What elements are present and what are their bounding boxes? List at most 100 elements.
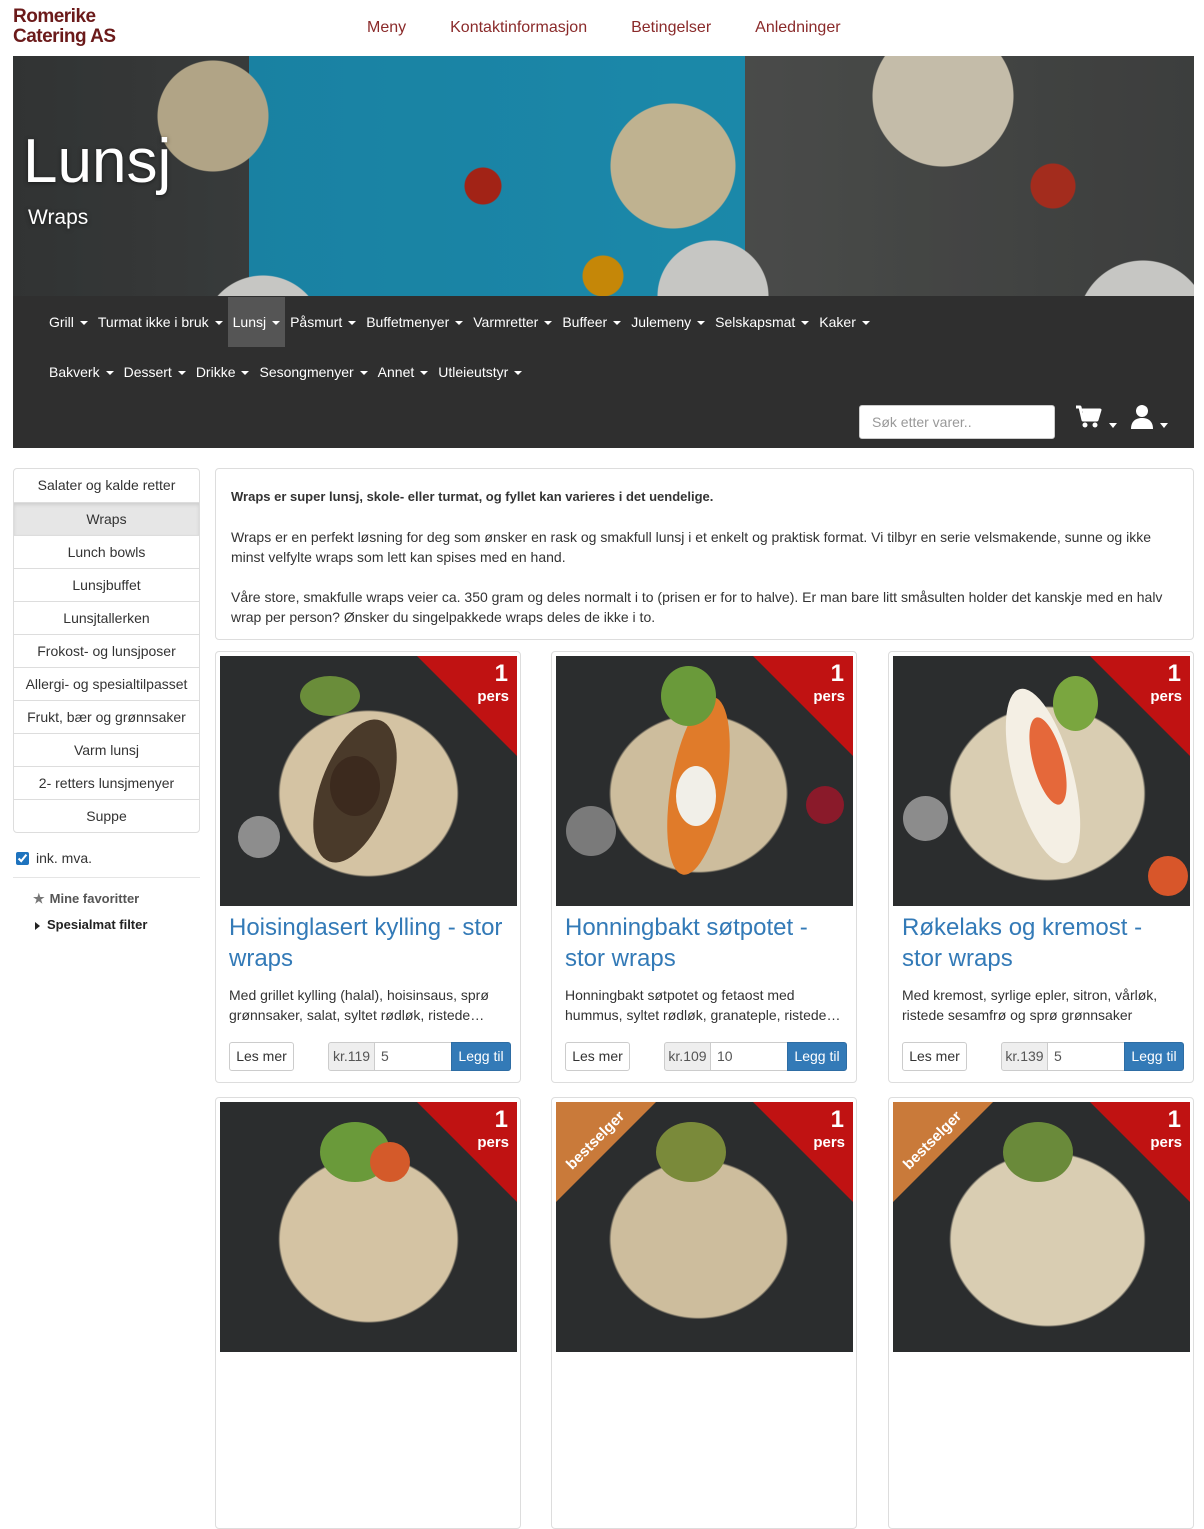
product-image[interactable]: 1 pers [556,656,853,906]
caret-icon [514,371,523,376]
cart-icon [1076,405,1102,428]
category-turmat[interactable]: Turmat ikke i bruk [93,297,228,347]
category-label: Utleieutstyr [438,364,509,380]
caret-icon [359,371,368,376]
vat-toggle[interactable]: ink. mva. [16,850,92,866]
sidebar-item-lunsjbuffet[interactable]: Lunsjbuffet [14,568,199,601]
sidebar-item-wraps[interactable]: Wraps [14,502,199,535]
category-label: Annet [377,364,415,380]
brand-line2: Catering AS [13,26,116,47]
category-bakverk[interactable]: Bakverk [44,347,119,397]
cart-button[interactable] [1075,404,1118,435]
category-grill[interactable]: Grill [44,297,93,347]
product-title[interactable]: Røkelaks og kremost - stor wraps [902,912,1187,974]
caret-icon [613,321,622,326]
quantity-input[interactable]: 5 [1047,1042,1125,1071]
product-description: Med kremost, syrlige epler, sitron, vårl… [902,987,1158,1023]
category-julemeny[interactable]: Julemeny [626,297,710,347]
caret-icon [79,321,88,326]
sidebar-item-salater[interactable]: Salater og kalde retter [14,469,199,502]
topnav-betingelser[interactable]: Betingelser [609,0,733,56]
favorites-label: Mine favoritter [49,891,140,906]
add-to-cart-button[interactable]: Legg til [1124,1042,1184,1071]
product-card: 1 pers Honningbakt søtpotet - stor wraps… [551,651,857,1083]
top-bar: Romerike Catering AS Meny Kontaktinforma… [0,0,1204,56]
read-more-button[interactable]: Les mer [902,1042,967,1071]
caret-icon [348,321,357,326]
category-buffetmenyer[interactable]: Buffetmenyer [361,297,468,347]
caret-icon [455,321,464,326]
category-label: Bakverk [49,364,100,380]
caret-icon [177,371,186,376]
product-image[interactable]: 1 pers [220,1102,517,1352]
brand-logo[interactable]: Romerike Catering AS [13,7,116,47]
category-label: Varmretter [473,314,539,330]
sidebar-item-frokost[interactable]: Frokost- og lunsjposer [14,634,199,667]
product-description: Med grillet kylling (halal), hoisinsaus,… [229,987,489,1023]
product-image[interactable]: 1 pers [220,656,517,906]
product-price: kr.109 [664,1042,711,1071]
category-selskapsmat[interactable]: Selskapsmat [710,297,814,347]
add-to-cart-button[interactable]: Legg til [451,1042,511,1071]
category-label: Turmat ikke i bruk [97,314,209,330]
user-menu-button[interactable] [1130,404,1169,435]
category-varmretter[interactable]: Varmretter [468,297,557,347]
filter-label: Spesialmat filter [47,917,148,932]
read-more-button[interactable]: Les mer [565,1042,630,1071]
category-utleieutstyr[interactable]: Utleieutstyr [433,347,527,397]
favorites-link[interactable]: ★ Mine favoritter [33,891,139,907]
category-row-1: Grill Turmat ikke i bruk Lunsj Påsmurt B… [44,297,875,347]
intro-lead: Wraps er super lunsj, skole- eller turma… [231,489,714,504]
caret-icon [214,321,223,326]
category-pasmurt[interactable]: Påsmurt [285,297,361,347]
add-to-cart-button[interactable]: Legg til [787,1042,847,1071]
portion-unit: pers [813,1134,845,1151]
star-icon: ★ [33,891,45,906]
category-drikke[interactable]: Drikke [191,347,255,397]
caret-icon [272,321,281,326]
search-input[interactable] [859,405,1055,439]
category-label: Sesongmenyer [259,364,354,380]
category-label: Buffetmenyer [366,314,450,330]
product-title[interactable]: Honningbakt søtpotet - stor wraps [565,912,850,974]
topnav-meny[interactable]: Meny [345,0,428,56]
top-nav: Meny Kontaktinformasjon Betingelser Anle… [345,0,863,56]
sidebar-item-frukt[interactable]: Frukt, bær og grønnsaker [14,700,199,733]
sidebar-item-varm-lunsj[interactable]: Varm lunsj [14,733,199,766]
vat-checkbox[interactable] [16,851,29,865]
product-price: kr.139 [1001,1042,1048,1071]
category-dessert[interactable]: Dessert [119,347,191,397]
portion-count: 1 [494,1106,508,1133]
sidebar-item-suppe[interactable]: Suppe [14,799,199,832]
category-nav: Grill Turmat ikke i bruk Lunsj Påsmurt B… [13,296,1194,448]
quantity-input[interactable]: 5 [374,1042,452,1071]
portion-count: 1 [1167,1106,1181,1133]
triangle-right-icon [35,921,40,930]
brand-line1: Romerike [13,6,96,27]
sidebar-item-lunsjtallerken[interactable]: Lunsjtallerken [14,601,199,634]
sidebar-item-2-retters[interactable]: 2- retters lunsjmenyer [14,766,199,799]
category-buffeer[interactable]: Buffeer [557,297,626,347]
product-image[interactable]: bestselger 1 pers [556,1102,853,1352]
caret-icon [105,371,114,376]
product-price: kr.119 [328,1042,375,1071]
category-label: Lunsj [232,314,267,330]
sidebar-item-allergi[interactable]: Allergi- og spesialtilpasset [14,667,199,700]
sidebar: Salater og kalde retter Wraps Lunch bowl… [13,468,200,833]
category-lunsj[interactable]: Lunsj [227,297,286,347]
sidebar-item-lunch-bowls[interactable]: Lunch bowls [14,535,199,568]
product-image[interactable]: bestselger 1 pers [893,1102,1190,1352]
read-more-button[interactable]: Les mer [229,1042,294,1071]
category-annet[interactable]: Annet [373,347,434,397]
product-image[interactable]: 1 pers [893,656,1190,906]
product-title[interactable]: Hoisinglasert kylling - stor wraps [229,912,514,974]
special-diet-filter-toggle[interactable]: Spesialmat filter [35,917,147,932]
category-sesongmenyer[interactable]: Sesongmenyer [254,347,372,397]
quantity-input[interactable]: 10 [710,1042,788,1071]
topnav-kontakt[interactable]: Kontaktinformasjon [428,0,609,56]
portion-unit: pers [477,1134,509,1151]
category-kaker[interactable]: Kaker [814,297,875,347]
portion-unit: pers [1150,1134,1182,1151]
page-subtitle: Wraps [28,206,89,229]
topnav-anledninger[interactable]: Anledninger [733,0,862,56]
